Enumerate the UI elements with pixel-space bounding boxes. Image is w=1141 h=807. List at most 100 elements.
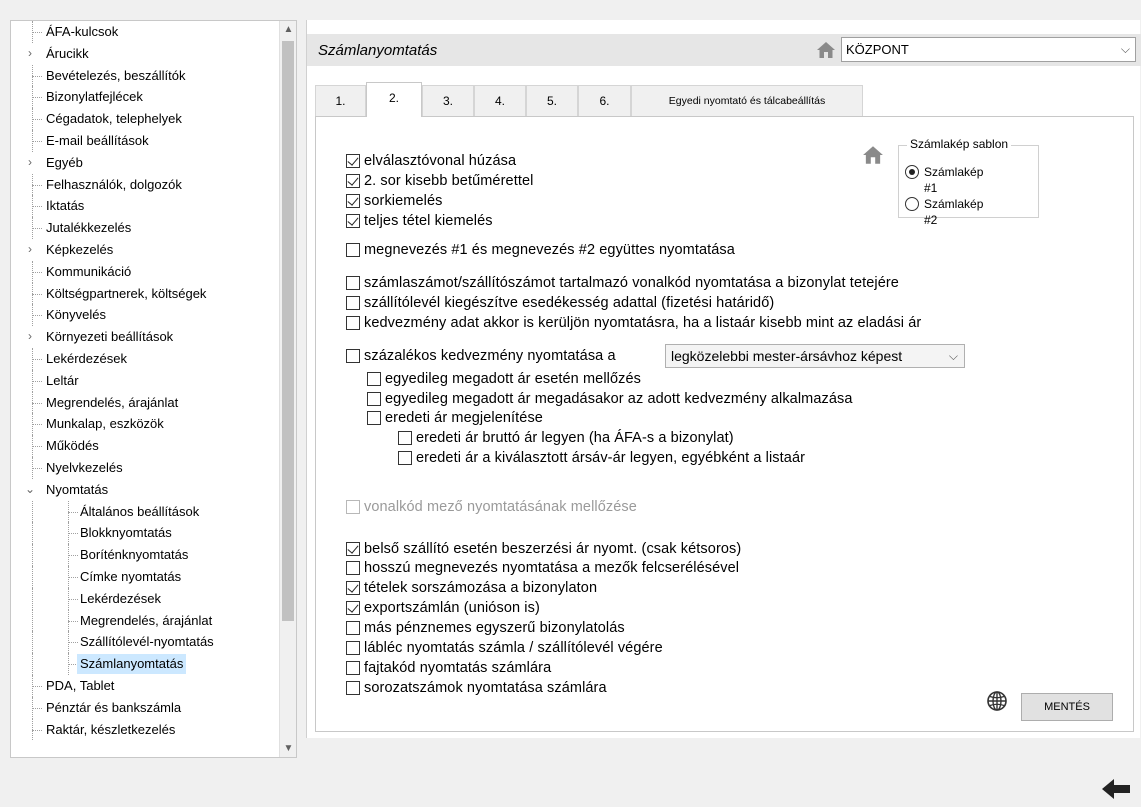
tab-printer-tray[interactable]: Egyedi nyomtató és tálcabeállítás [631, 85, 863, 116]
checkbox[interactable] [346, 296, 360, 310]
checkbox[interactable] [367, 372, 381, 386]
tree-subitem[interactable]: Lekérdezések [11, 587, 279, 610]
tree-connector [32, 293, 42, 295]
tree-item-label: Raktár, készletkezelés [46, 721, 176, 737]
checkbox[interactable] [346, 174, 360, 188]
tree-item[interactable]: Cégadatok, telephelyek [11, 108, 279, 130]
tree-connector [32, 424, 42, 426]
checkbox[interactable] [346, 601, 360, 615]
tree-item[interactable]: Működés [11, 435, 279, 457]
tree-item[interactable]: E-mail beállítások [11, 129, 279, 152]
chevron-right-icon[interactable]: › [23, 238, 37, 261]
tab-5[interactable]: 5. [526, 85, 578, 116]
tree-item-label: Jutalékkezelés [46, 220, 132, 236]
tree-item[interactable]: Bevételezés, beszállítók [11, 64, 279, 87]
checkbox[interactable] [346, 500, 360, 514]
checkbox[interactable] [346, 641, 360, 655]
tree-connector [32, 271, 42, 273]
tree-item-label: Lekérdezések [80, 590, 161, 606]
tree-item-label: Munkalap, eszközök [46, 416, 164, 432]
home-icon[interactable] [862, 144, 884, 166]
tree-item[interactable]: Megrendelés, árajánlat [11, 391, 279, 414]
checkbox[interactable] [346, 349, 360, 363]
tree-subitem[interactable]: Címke nyomtatás [11, 565, 279, 588]
tree-item[interactable]: Nyelvkezelés [11, 456, 279, 479]
tree-item[interactable]: ⌄ Nyomtatás [11, 478, 279, 501]
branch-select[interactable]: KÖZPONT ⌵ [841, 37, 1136, 62]
template-option-2-radio[interactable] [905, 197, 919, 211]
tree-scrollbar[interactable]: ▲ ▼ [279, 21, 296, 757]
tree-item[interactable]: Pénztár és bankszámla [11, 696, 279, 719]
scroll-down-icon[interactable]: ▼ [280, 740, 296, 757]
tree-connector [32, 358, 42, 360]
scroll-thumb[interactable] [282, 41, 294, 621]
checkbox[interactable] [398, 451, 412, 465]
checkbox[interactable] [346, 243, 360, 257]
checkbox[interactable] [346, 154, 360, 168]
tree-item[interactable]: › Képkezelés [11, 238, 279, 261]
tree-subitem[interactable]: Szállítólevél-nyomtatás [11, 631, 279, 654]
option-label: megnevezés #1 és megnevezés #2 együttes … [364, 242, 735, 258]
tree-item[interactable]: › Egyéb [11, 151, 279, 174]
option-label: lábléc nyomtatás számla / szállítólevél … [364, 640, 663, 656]
scroll-up-icon[interactable]: ▲ [280, 21, 296, 38]
checkbox[interactable] [346, 276, 360, 290]
chevron-right-icon[interactable]: › [23, 42, 37, 65]
tree-item[interactable]: PDA, Tablet [11, 674, 279, 697]
tree-item[interactable]: ÁFA-kulcsok [11, 21, 279, 43]
checkbox[interactable] [346, 542, 360, 556]
tree-item-label: Iktatás [46, 198, 85, 214]
tab-1[interactable]: 1. [315, 85, 366, 116]
tree-subitem[interactable]: Boríténknyomtatás [11, 544, 279, 566]
checkbox[interactable] [367, 392, 381, 406]
tree-subitem[interactable]: Számlanyomtatás [11, 653, 279, 675]
tree-item-label: Kommunikáció [46, 263, 132, 279]
invoice-template-group: Számlakép sablon Számlakép #1 Számlakép … [898, 137, 1039, 227]
checkbox[interactable] [346, 661, 360, 675]
discount-reference-select[interactable]: legközelebbi mester-ársávhoz képest ⌵ [665, 344, 965, 368]
globe-icon[interactable] [986, 690, 1008, 712]
tree-item[interactable]: Munkalap, eszközök [11, 413, 279, 436]
checkbox[interactable] [346, 214, 360, 228]
checkbox[interactable] [346, 561, 360, 575]
checkbox[interactable] [346, 194, 360, 208]
back-arrow-icon[interactable] [1101, 778, 1131, 800]
chevron-down-icon[interactable]: ⌄ [23, 478, 37, 501]
option-label: teljes tétel kiemelés [364, 213, 493, 229]
tree-item[interactable]: Költségpartnerek, költségek [11, 282, 279, 305]
tree-item[interactable]: › Árucikk [11, 42, 279, 65]
tree-item[interactable]: › Környezeti beállítások [11, 326, 279, 348]
tree-item[interactable]: Leltár [11, 369, 279, 392]
chevron-right-icon[interactable]: › [23, 326, 37, 348]
tree-item[interactable]: Lekérdezések [11, 347, 279, 370]
checkbox[interactable] [346, 621, 360, 635]
tree-item[interactable]: Jutalékkezelés [11, 217, 279, 239]
checkbox[interactable] [398, 431, 412, 445]
home-icon[interactable] [816, 40, 836, 60]
tree-subitem[interactable]: Megrendelés, árajánlat [11, 609, 279, 632]
tree-subitem[interactable]: Általános beállítások [11, 500, 279, 523]
tab-6[interactable]: 6. [578, 85, 631, 116]
tab-4[interactable]: 4. [474, 85, 526, 116]
tree-connector [32, 631, 33, 654]
tree-item[interactable]: Könyvelés [11, 304, 279, 327]
checkbox[interactable] [346, 316, 360, 330]
tab-2[interactable]: 2. [366, 82, 422, 117]
tree-item[interactable]: Raktár, készletkezelés [11, 718, 279, 741]
checkbox[interactable] [367, 411, 381, 425]
tree-connector [32, 402, 42, 404]
tab-3[interactable]: 3. [422, 85, 474, 116]
tree-item[interactable]: Kommunikáció [11, 260, 279, 283]
tree-item[interactable]: Iktatás [11, 195, 279, 218]
tree-item-label: Címke nyomtatás [80, 568, 182, 584]
tree-subitem[interactable]: Blokknyomtatás [11, 522, 279, 545]
option-label: sorkiemelés [364, 193, 443, 209]
checkbox[interactable] [346, 581, 360, 595]
save-button[interactable]: MENTÉS [1021, 693, 1113, 721]
template-option-1-radio[interactable] [905, 165, 919, 179]
checkbox[interactable] [346, 681, 360, 695]
tree-connector [32, 380, 42, 382]
tree-item[interactable]: Felhasználók, dolgozók [11, 173, 279, 196]
chevron-right-icon[interactable]: › [23, 151, 37, 174]
tree-item[interactable]: Bizonylatfejlécek [11, 86, 279, 109]
